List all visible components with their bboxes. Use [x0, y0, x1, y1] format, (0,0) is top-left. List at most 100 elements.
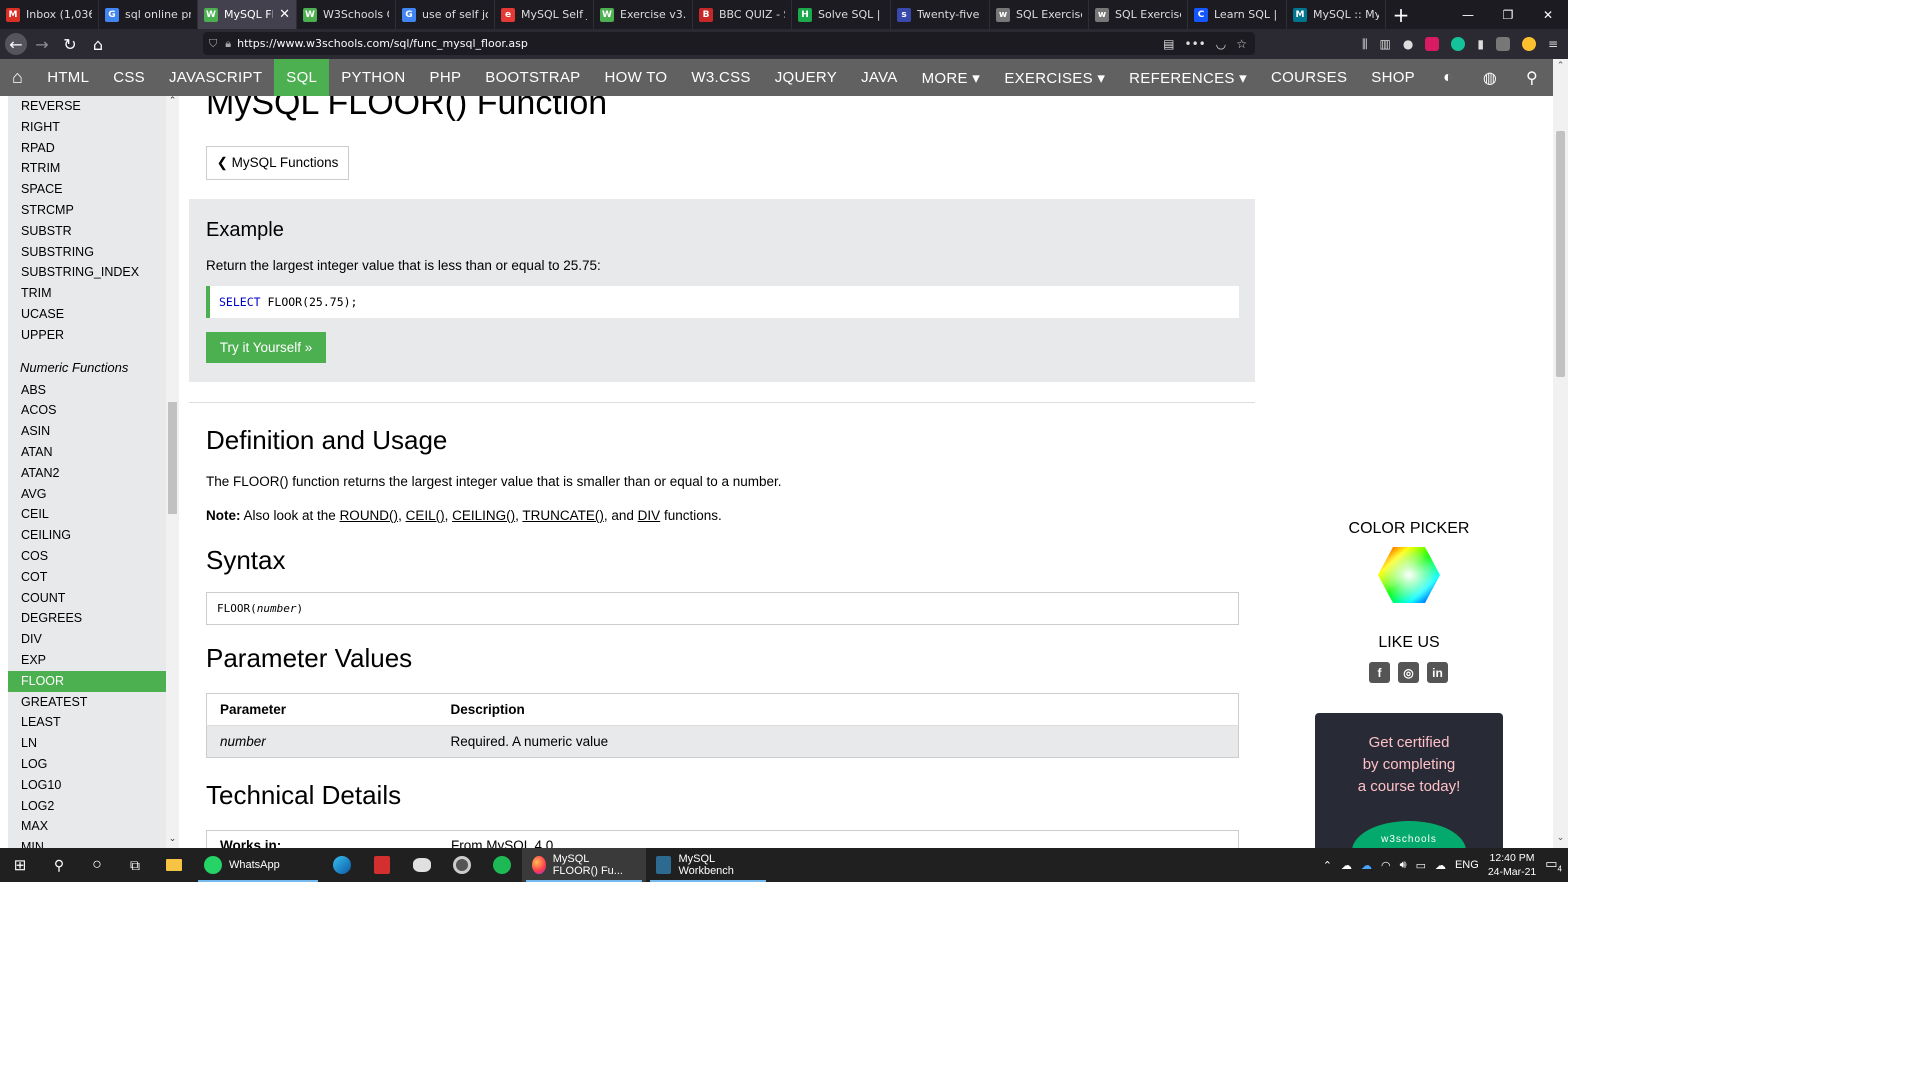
browser-tab[interactable]: W W3Schools Onl — [297, 0, 396, 29]
nav-item-javascript[interactable]: JAVASCRIPT — [157, 59, 274, 96]
sidebar-item-ceil[interactable]: CEIL — [8, 504, 166, 525]
color-picker-icon[interactable] — [1377, 546, 1441, 604]
network-icon[interactable]: ☁ — [1435, 859, 1446, 872]
pocket-icon[interactable]: ◡ — [1216, 37, 1226, 51]
instagram-icon[interactable]: ◎ — [1398, 662, 1419, 683]
lock-icon[interactable]: 🔒︎ — [225, 37, 231, 51]
sidebar-item-rpad[interactable]: RPAD — [8, 138, 166, 159]
sidebar-item-div[interactable]: DIV — [8, 629, 166, 650]
sidebar-item-ucase[interactable]: UCASE — [8, 304, 166, 325]
browser-tab[interactable]: Gsql online pract — [99, 0, 198, 29]
sidebar-item-substr[interactable]: SUBSTR — [8, 221, 166, 242]
sidebar-item-log10[interactable]: LOG10 — [8, 775, 166, 796]
browser-tab[interactable]: H Solve SQL | Ha — [792, 0, 891, 29]
nav-item-php[interactable]: PHP — [418, 59, 474, 96]
reload-button[interactable]: ↻ — [57, 31, 83, 57]
sidebar-item-strcmp[interactable]: STRCMP — [8, 200, 166, 221]
sidebar-item-atan[interactable]: ATAN — [8, 442, 166, 463]
browser-tab[interactable]: M MySQL :: MySC — [1287, 0, 1386, 29]
sidebar-item-substring-index[interactable]: SUBSTRING_INDEX — [8, 262, 166, 283]
sidebar-icon[interactable]: ▥ — [1380, 37, 1391, 51]
paint-icon[interactable] — [402, 848, 442, 882]
grammarly-icon[interactable] — [1451, 37, 1466, 51]
sidebar-item-min[interactable]: MIN — [8, 837, 166, 848]
bookmark-star-icon[interactable]: ☆ — [1236, 37, 1247, 51]
browser-tab[interactable]: W MySQL FLO ✕ — [198, 0, 297, 29]
sidebar-item-space[interactable]: SPACE — [8, 179, 166, 200]
back-button[interactable]: ← — [5, 33, 27, 55]
taskbar-mysql-workbench[interactable]: MySQL Workbench — [646, 848, 770, 882]
sidebar-item-trim[interactable]: TRIM — [8, 283, 166, 304]
globe-icon[interactable]: ◍ — [1469, 59, 1511, 96]
volume-icon[interactable]: 🔊︎ — [1400, 859, 1407, 872]
spotify-icon[interactable] — [482, 848, 522, 882]
sidebar-item-right[interactable]: RIGHT — [8, 117, 166, 138]
browser-tab[interactable]: W Exercise v3.0 — [594, 0, 693, 29]
scrollbar-thumb[interactable] — [1556, 131, 1565, 377]
battery-icon[interactable]: ▭ — [1416, 859, 1426, 872]
acrobat-icon[interactable] — [362, 848, 402, 882]
onedrive-icon[interactable]: ☁ — [1341, 859, 1352, 872]
sidebar-item-ceiling[interactable]: CEILING — [8, 525, 166, 546]
extension-icon[interactable]: ▮ — [1477, 37, 1484, 51]
nav-item-css[interactable]: CSS — [101, 59, 157, 96]
sidebar-scrollbar[interactable]: ⌃ ⌄ — [166, 96, 179, 848]
sidebar-item-abs[interactable]: ABS — [8, 380, 166, 401]
sidebar-item-upper[interactable]: UPPER — [8, 325, 166, 346]
chrome-extension-icon[interactable] — [1521, 37, 1536, 51]
nav-item-jquery[interactable]: JQUERY — [763, 59, 849, 96]
library-icon[interactable]: ⫼ — [1362, 37, 1368, 52]
page-actions-icon[interactable]: ••• — [1185, 37, 1206, 51]
reader-view-icon[interactable]: ▤ — [1163, 37, 1174, 51]
sidebar-item-asin[interactable]: ASIN — [8, 421, 166, 442]
round-link[interactable]: ROUND() — [340, 508, 399, 523]
nav-item-more[interactable]: MORE ▾ — [910, 59, 993, 96]
nav-item-html[interactable]: HTML — [35, 59, 101, 96]
menu-icon[interactable]: ≡ — [1548, 37, 1558, 51]
url-text[interactable]: https://www.w3schools.com/sql/func_mysql… — [237, 37, 528, 50]
scroll-up-icon[interactable]: ⌃ — [166, 96, 179, 106]
nav-item-how-to[interactable]: HOW TO — [592, 59, 679, 96]
browser-tab[interactable]: B BBC QUIZ - SQ — [693, 0, 792, 29]
action-center-icon[interactable]: ▭4 — [1545, 856, 1562, 874]
sidebar-item-max[interactable]: MAX — [8, 816, 166, 837]
taskbar-whatsapp[interactable]: WhatsApp — [194, 848, 322, 882]
task-view-icon[interactable]: ⧉ — [116, 848, 154, 882]
sidebar-item-degrees[interactable]: DEGREES — [8, 608, 166, 629]
linkedin-icon[interactable]: in — [1427, 662, 1448, 683]
minimize-button[interactable]: — — [1448, 0, 1488, 29]
home-icon[interactable]: ⌂ — [0, 59, 35, 96]
nav-item-exercises[interactable]: EXERCISES ▾ — [992, 59, 1117, 96]
clock[interactable]: 12:40 PM 24-Mar-21 — [1488, 851, 1536, 879]
forward-button[interactable]: → — [29, 31, 55, 57]
sidebar-item-floor[interactable]: FLOOR — [8, 670, 166, 692]
search-icon[interactable]: ⚲ — [1511, 59, 1553, 96]
extension-icon[interactable] — [1425, 37, 1440, 51]
facebook-icon[interactable]: f — [1369, 662, 1390, 683]
sidebar-item-ln[interactable]: LN — [8, 733, 166, 754]
nav-item-references[interactable]: REFERENCES ▾ — [1117, 59, 1259, 96]
sidebar-item-substring[interactable]: SUBSTRING — [8, 242, 166, 263]
scroll-down-icon[interactable]: ⌄ — [1553, 833, 1568, 843]
browser-tab[interactable]: M Inbox (1,036) - — [0, 0, 99, 29]
home-button[interactable]: ⌂ — [85, 31, 111, 57]
file-explorer-icon[interactable] — [154, 848, 194, 882]
browser-tab[interactable]: w SQL Exercises, I — [990, 0, 1089, 29]
sidebar-item-reverse[interactable]: REVERSE — [8, 96, 166, 117]
restore-button[interactable]: ❐ — [1488, 0, 1528, 29]
scroll-up-icon[interactable]: ⌃ — [1553, 61, 1568, 71]
sidebar-item-exp[interactable]: EXP — [8, 650, 166, 671]
sidebar-item-rtrim[interactable]: RTRIM — [8, 158, 166, 179]
browser-tab[interactable]: e MySQL Self Joi — [495, 0, 594, 29]
browser-tab[interactable]: w SQL Exercises, I — [1089, 0, 1188, 29]
browser-tab[interactable]: Guse of self join — [396, 0, 495, 29]
close-window-button[interactable]: ✕ — [1528, 0, 1568, 29]
sidebar-item-cot[interactable]: COT — [8, 567, 166, 588]
try-it-yourself-button[interactable]: Try it Yourself » — [206, 332, 326, 363]
nav-item-w3-css[interactable]: W3.CSS — [679, 59, 762, 96]
sidebar-item-log[interactable]: LOG — [8, 754, 166, 775]
truncate-link[interactable]: TRUNCATE() — [522, 508, 604, 523]
ceiling-link[interactable]: CEILING() — [452, 508, 515, 523]
show-hidden-icons-icon[interactable]: ⌃ — [1323, 859, 1332, 872]
sidebar-item-least[interactable]: LEAST — [8, 712, 166, 733]
